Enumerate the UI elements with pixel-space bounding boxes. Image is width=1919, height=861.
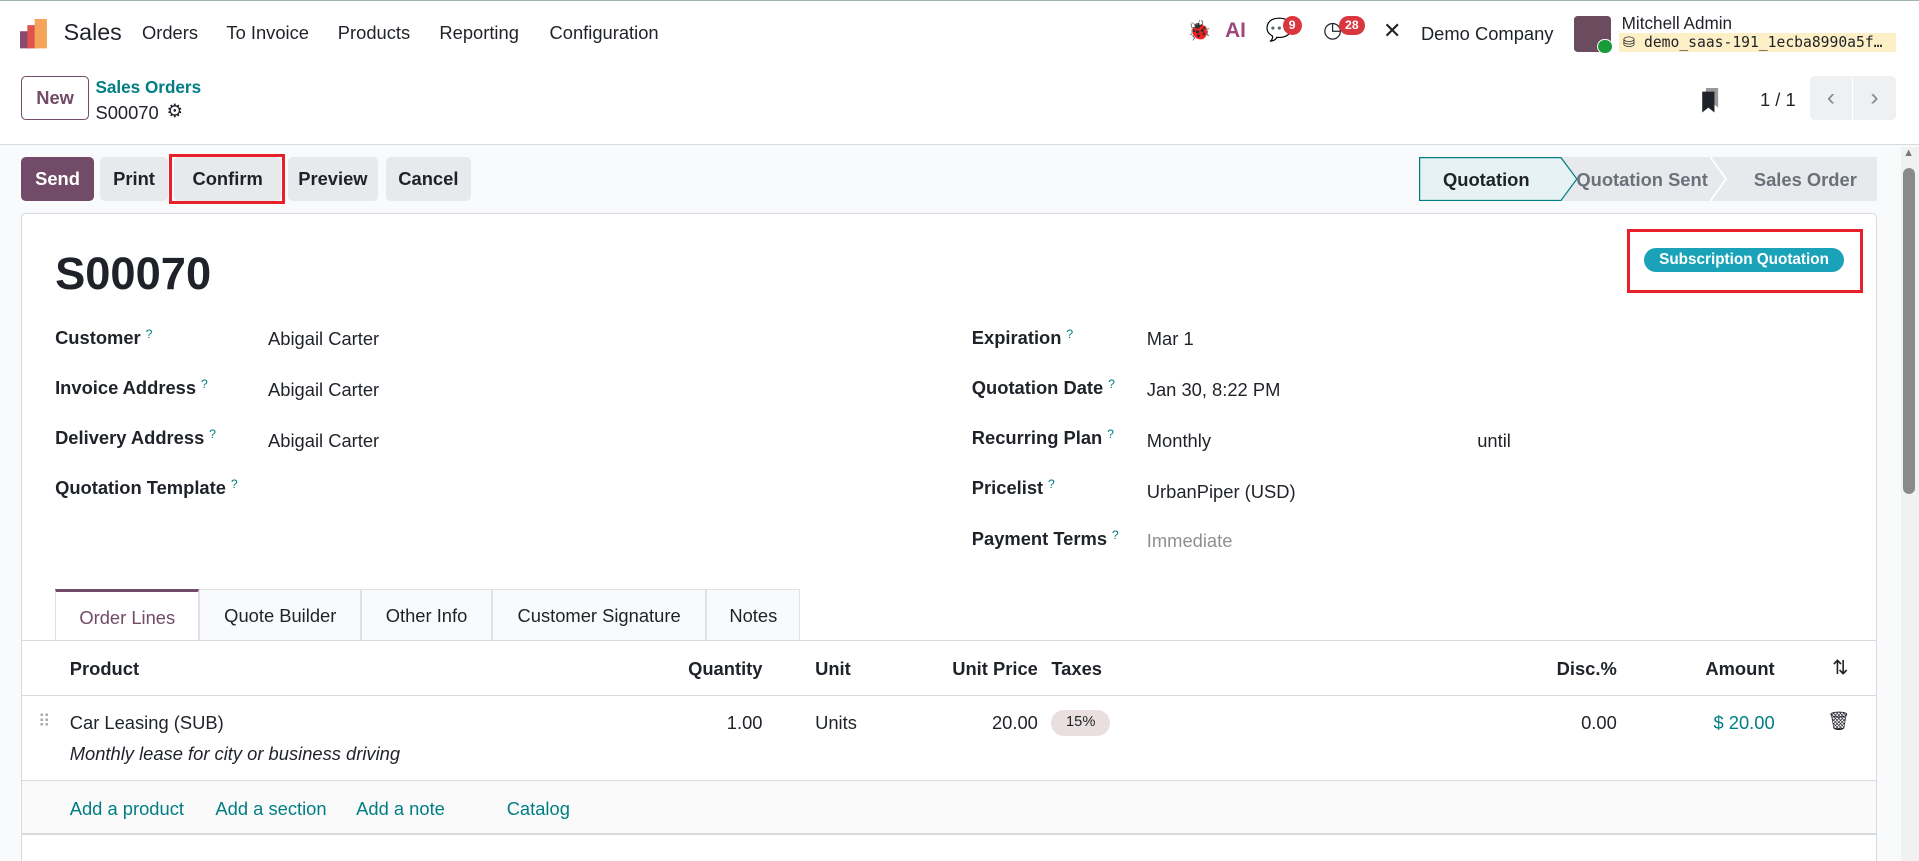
pager-value[interactable]: 1 / 1 — [1760, 89, 1796, 111]
sales-app-logo-icon[interactable] — [19, 19, 49, 49]
pricelist-label: Pricelist? — [971, 477, 1055, 499]
tab-other-info[interactable]: Other Info — [361, 588, 492, 641]
pager-previous-button[interactable]: ‹ — [1810, 75, 1852, 120]
subscription-quotation-badge: Subscription Quotation — [1643, 248, 1845, 272]
add-product-link[interactable]: Add a product — [70, 798, 184, 820]
status-sales-order[interactable]: Sales Order — [1754, 169, 1857, 191]
cancel-button[interactable]: Cancel — [385, 156, 472, 201]
new-button[interactable]: New — [20, 75, 90, 120]
unit-price-cell[interactable]: 20.00 — [992, 712, 1038, 734]
add-note-link[interactable]: Add a note — [356, 798, 445, 820]
quotation-date-field[interactable]: Jan 30, 8:22 PM — [1147, 379, 1281, 401]
product-description[interactable]: Monthly lease for city or business drivi… — [70, 743, 400, 765]
until-label: until — [1477, 429, 1511, 451]
bug-icon[interactable]: 🐞 — [1187, 19, 1211, 43]
col-unit[interactable]: Unit — [815, 658, 851, 680]
menu-to-invoice[interactable]: To Invoice — [226, 22, 309, 44]
tab-order-lines[interactable]: Order Lines — [55, 588, 200, 642]
product-name[interactable]: Car Leasing (SUB) — [70, 712, 224, 734]
expiration-field[interactable]: Mar 1 — [1147, 328, 1194, 350]
unit-cell[interactable]: Units — [815, 712, 857, 734]
quotation-date-label: Quotation Date? — [971, 376, 1115, 398]
col-quantity[interactable]: Quantity — [688, 658, 762, 680]
tab-notes[interactable]: Notes — [706, 588, 801, 641]
delivery-address-field[interactable]: Abigail Carter — [268, 430, 379, 452]
recurring-plan-field[interactable]: Monthly — [1147, 430, 1211, 452]
col-discount[interactable]: Disc.% — [1557, 658, 1617, 680]
expiration-label: Expiration? — [971, 326, 1074, 348]
status-quotation[interactable]: Quotation — [1443, 169, 1530, 191]
database-name: demo_saas-191_1ecba8990a5f… — [1644, 33, 1883, 51]
activities-badge: 28 — [1338, 15, 1365, 36]
top-navbar: Sales Orders To Invoice Products Reporti… — [0, 0, 1919, 67]
status-quotation-sent[interactable]: Quotation Sent — [1576, 169, 1707, 191]
app-name[interactable]: Sales — [64, 19, 122, 46]
payment-terms-field[interactable]: Immediate — [1147, 530, 1233, 552]
database-badge: ⛁ demo_saas-191_1ecba8990a5f… — [1619, 32, 1896, 53]
tab-quote-builder[interactable]: Quote Builder — [199, 588, 362, 641]
tab-customer-signature[interactable]: Customer Signature — [492, 588, 707, 641]
quotation-template-field[interactable] — [268, 479, 635, 501]
col-product[interactable]: Product — [70, 658, 139, 680]
col-unit-price[interactable]: Unit Price — [952, 658, 1038, 680]
preview-button[interactable]: Preview — [287, 156, 379, 201]
user-name[interactable]: Mitchell Admin — [1622, 13, 1732, 34]
add-section-link[interactable]: Add a section — [215, 798, 326, 820]
tools-icon[interactable]: ✕ — [1383, 18, 1401, 44]
table-bottom-divider — [20, 833, 1878, 835]
gear-icon[interactable]: ⚙ — [166, 100, 182, 122]
breadcrumb-sales-orders[interactable]: Sales Orders — [95, 77, 201, 98]
trash-icon[interactable]: 🗑 — [1827, 710, 1850, 732]
record-title: S00070 — [55, 248, 212, 300]
online-status-icon — [1597, 38, 1613, 55]
invoice-address-field[interactable]: Abigail Carter — [268, 379, 379, 401]
catalog-link[interactable]: Catalog — [507, 798, 570, 820]
payment-terms-label: Payment Terms? — [971, 527, 1119, 549]
menu-reporting[interactable]: Reporting — [439, 22, 519, 44]
column-settings-icon[interactable]: ⇅ — [1832, 656, 1848, 680]
delivery-address-label: Delivery Address? — [55, 427, 216, 449]
quotation-template-label: Quotation Template? — [55, 477, 238, 499]
bookmark-icon[interactable] — [1701, 88, 1721, 113]
scroll-up-icon[interactable]: ▲ — [1903, 147, 1914, 159]
control-panel: New Sales Orders S00070 ⚙ 1 / 1 ‹ › — [0, 66, 1919, 146]
menu-products[interactable]: Products — [338, 22, 410, 44]
breadcrumb-current: S00070 — [95, 101, 159, 123]
tax-badge[interactable]: 15% — [1051, 709, 1111, 736]
status-divider — [1709, 156, 1727, 201]
scrollbar-thumb[interactable] — [1903, 167, 1916, 495]
ai-icon[interactable]: AI — [1225, 19, 1246, 43]
pager-next-button[interactable]: › — [1852, 75, 1896, 120]
customer-field[interactable]: Abigail Carter — [268, 328, 379, 350]
customer-label: Customer? — [55, 326, 153, 348]
discount-cell[interactable]: 0.00 — [1581, 712, 1617, 734]
menu-configuration[interactable]: Configuration — [550, 22, 659, 44]
send-button[interactable]: Send — [20, 156, 95, 201]
company-switcher[interactable]: Demo Company — [1421, 23, 1554, 45]
col-taxes[interactable]: Taxes — [1051, 658, 1102, 680]
confirm-highlight — [168, 154, 286, 205]
messages-badge: 9 — [1282, 15, 1302, 36]
invoice-address-label: Invoice Address? — [55, 376, 208, 398]
print-button[interactable]: Print — [100, 156, 168, 201]
pricelist-field[interactable]: UrbanPiper (USD) — [1147, 481, 1296, 503]
drag-handle-icon[interactable]: ⠿ — [38, 711, 51, 732]
quantity-cell[interactable]: 1.00 — [727, 712, 763, 734]
col-amount[interactable]: Amount — [1705, 658, 1774, 680]
amount-cell: $ 20.00 — [1713, 712, 1775, 734]
tabs-divider — [20, 640, 1878, 642]
recurring-plan-label: Recurring Plan? — [971, 427, 1114, 449]
menu-orders[interactable]: Orders — [142, 22, 198, 44]
header-divider — [20, 695, 1878, 697]
